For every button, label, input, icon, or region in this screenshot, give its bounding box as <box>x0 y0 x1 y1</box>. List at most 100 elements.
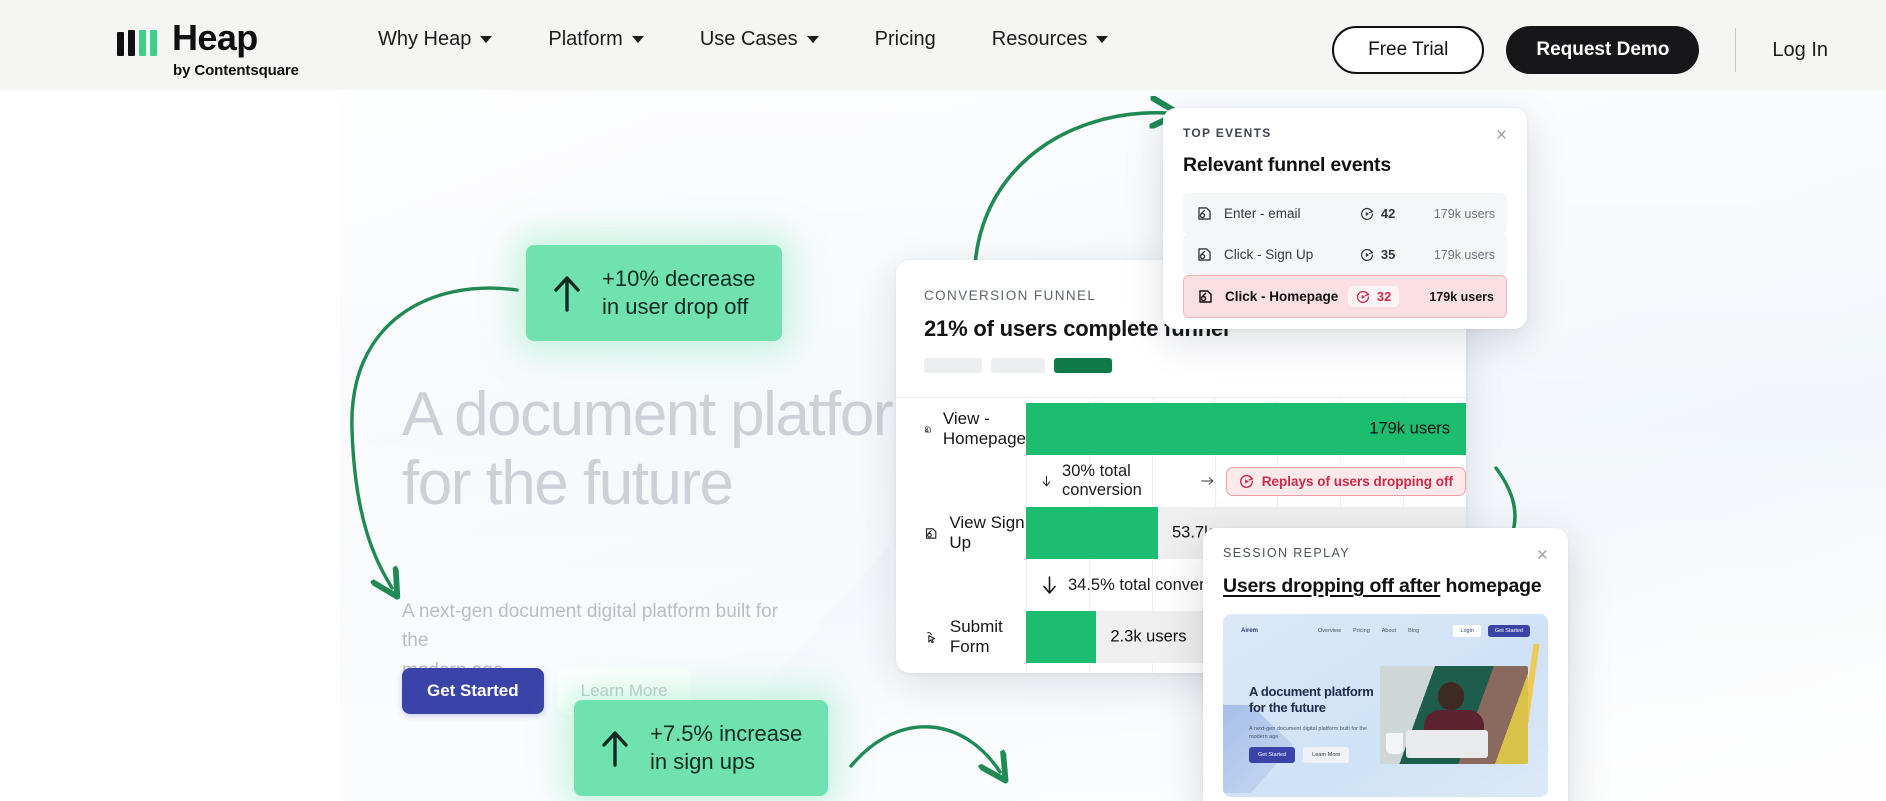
log-in-link[interactable]: Log In <box>1772 39 1886 62</box>
funnel-row[interactable]: View - Homepage 179k users <box>896 398 1466 460</box>
nav-divider <box>1735 28 1737 72</box>
funnel-row-value: 179k users <box>1369 419 1450 438</box>
preview-nav: Airem Overview Pricing About Blog Login … <box>1241 625 1530 637</box>
events-title: Relevant funnel events <box>1183 154 1391 176</box>
preview-link: Pricing <box>1352 628 1370 634</box>
page-view-icon <box>1198 248 1211 261</box>
request-demo-button[interactable]: Request Demo <box>1506 26 1700 74</box>
preview-secondary-button: Learn More <box>1303 747 1350 763</box>
page-view-icon <box>925 527 937 539</box>
nav-item-label: Resources <box>991 28 1088 50</box>
preview-link: About <box>1381 628 1397 634</box>
nav-links: Why Heap Platform Use Cases Pricing Reso… <box>350 28 1136 51</box>
nav-item-label: Use Cases <box>699 28 798 50</box>
funnel-step-3 <box>1054 358 1112 373</box>
page-title: A document platform for the future <box>402 380 944 519</box>
replays-chip[interactable]: Replays of users dropping off <box>1225 466 1466 496</box>
chevron-down-icon <box>631 36 644 43</box>
nav-item-platform[interactable]: Platform <box>520 28 671 51</box>
event-users: 179k users <box>1429 289 1494 304</box>
event-replay-count: 35 <box>1360 247 1434 262</box>
preview-photo <box>1380 666 1528 764</box>
preview-paragraph: A next-gen document digital platform bui… <box>1249 726 1368 741</box>
events-eyebrow: TOP EVENTS <box>1183 126 1272 140</box>
close-icon[interactable]: × <box>1537 546 1548 565</box>
page-root: A document platform for the future A nex… <box>0 0 1886 801</box>
preview-heading: A document platform for the future <box>1249 684 1374 715</box>
free-trial-button[interactable]: Free Trial <box>1332 26 1485 74</box>
arrow-right-icon <box>1201 477 1214 485</box>
nav-item-label: Platform <box>548 28 623 50</box>
nav-item-pricing[interactable]: Pricing <box>847 28 964 51</box>
event-count-value: 42 <box>1380 206 1396 221</box>
replay-title-plain: homepage <box>1440 575 1542 597</box>
nav-item-label: Pricing <box>874 28 936 50</box>
funnel-row-name: Submit Form <box>949 617 1003 656</box>
funnel-row-label: View Sign Up <box>896 513 1026 552</box>
get-started-button[interactable]: Get Started <box>402 668 544 714</box>
event-name: Click - Homepage <box>1225 289 1339 304</box>
nav-item-label: Why Heap <box>378 28 472 50</box>
preview-link: Blog <box>1408 628 1420 634</box>
page-view-icon <box>925 426 931 432</box>
list-item[interactable]: Enter - email 42 179k users <box>1183 193 1507 234</box>
nav-item-why-heap[interactable]: Why Heap <box>350 28 520 51</box>
chevron-down-icon <box>806 36 819 43</box>
funnel-row-name: View - Homepage <box>942 409 1026 448</box>
arrow-down-icon <box>1042 475 1051 487</box>
preview-get-started-button: Get Started <box>1487 625 1530 637</box>
chevron-down-icon <box>1096 36 1109 43</box>
event-count-value: 32 <box>1376 289 1392 304</box>
event-users: 179k users <box>1433 247 1495 262</box>
replay-title-underlined: Users dropping off after <box>1223 575 1441 597</box>
replay-preview[interactable]: Airem Overview Pricing About Blog Login … <box>1223 614 1548 797</box>
funnel-row-value: 2.3k users <box>1110 627 1187 646</box>
heap-logo-icon <box>117 18 161 56</box>
event-replay-count: 42 <box>1360 206 1434 221</box>
preview-login-button: Login <box>1453 625 1481 637</box>
chevron-down-icon <box>480 36 493 43</box>
page-view-icon <box>1198 207 1211 220</box>
metric-badge-drop-off: +10% decrease in user drop off <box>526 245 782 342</box>
replay-icon <box>1360 207 1374 220</box>
funnel-step-2 <box>991 358 1045 373</box>
preview-link: Overview <box>1318 628 1341 634</box>
event-users: 179k users <box>1433 206 1495 221</box>
close-icon[interactable]: × <box>1496 126 1507 145</box>
brand-name: Heap <box>172 17 258 58</box>
nav-item-resources[interactable]: Resources <box>964 28 1137 51</box>
preview-brand: Airem <box>1241 628 1259 634</box>
replay-icon <box>1239 474 1253 488</box>
list-item[interactable]: Click - Sign Up 35 179k users <box>1183 234 1507 275</box>
metric-badge-sign-ups: +7.5% increase in sign ups <box>574 700 829 797</box>
page-view-icon <box>1199 290 1212 303</box>
event-name: Enter - email <box>1224 206 1301 221</box>
top-events-card: TOP EVENTS × Relevant funnel events Ente… <box>1163 108 1527 329</box>
event-count-value: 35 <box>1380 247 1396 262</box>
arrow-up-icon <box>602 731 628 767</box>
event-replay-count: 32 <box>1347 286 1400 307</box>
replay-eyebrow: SESSION REPLAY <box>1223 546 1351 560</box>
click-icon <box>927 631 936 643</box>
session-replay-card: SESSION REPLAY × Users dropping off afte… <box>1203 528 1568 801</box>
replay-icon <box>1360 248 1374 261</box>
list-item-highlighted[interactable]: Click - Homepage 32 179k users <box>1183 275 1507 318</box>
replays-chip-label: Replays of users dropping off <box>1261 473 1453 489</box>
nav-item-use-cases[interactable]: Use Cases <box>672 28 847 51</box>
funnel-step-1 <box>924 358 982 373</box>
metric-badge-label: +10% decrease in user drop off <box>602 266 756 320</box>
brand-logo[interactable]: Heap by Contentsquare <box>117 18 299 79</box>
top-navigation-bar: Heap by Contentsquare Why Heap Platform … <box>0 0 1886 90</box>
nav-actions: Free Trial Request Demo Log In <box>1332 26 1886 74</box>
metric-badge-label: +7.5% increase in sign ups <box>650 721 803 775</box>
brand-tagline: by Contentsquare <box>173 62 299 79</box>
events-list: Enter - email 42 179k users Click - Sign… <box>1183 193 1507 318</box>
funnel-conversion-row: 30% total conversion Replays of users dr… <box>896 460 1466 502</box>
funnel-row-label: View - Homepage <box>896 409 1026 448</box>
conversion-text: 30% total conversion <box>1062 462 1142 499</box>
replay-icon <box>1356 290 1370 303</box>
arrow-down-icon <box>1043 576 1056 594</box>
funnel-row-name: View Sign Up <box>949 513 1025 552</box>
funnel-row-label: Submit Form <box>896 617 1026 656</box>
arrow-up-icon <box>554 276 580 312</box>
